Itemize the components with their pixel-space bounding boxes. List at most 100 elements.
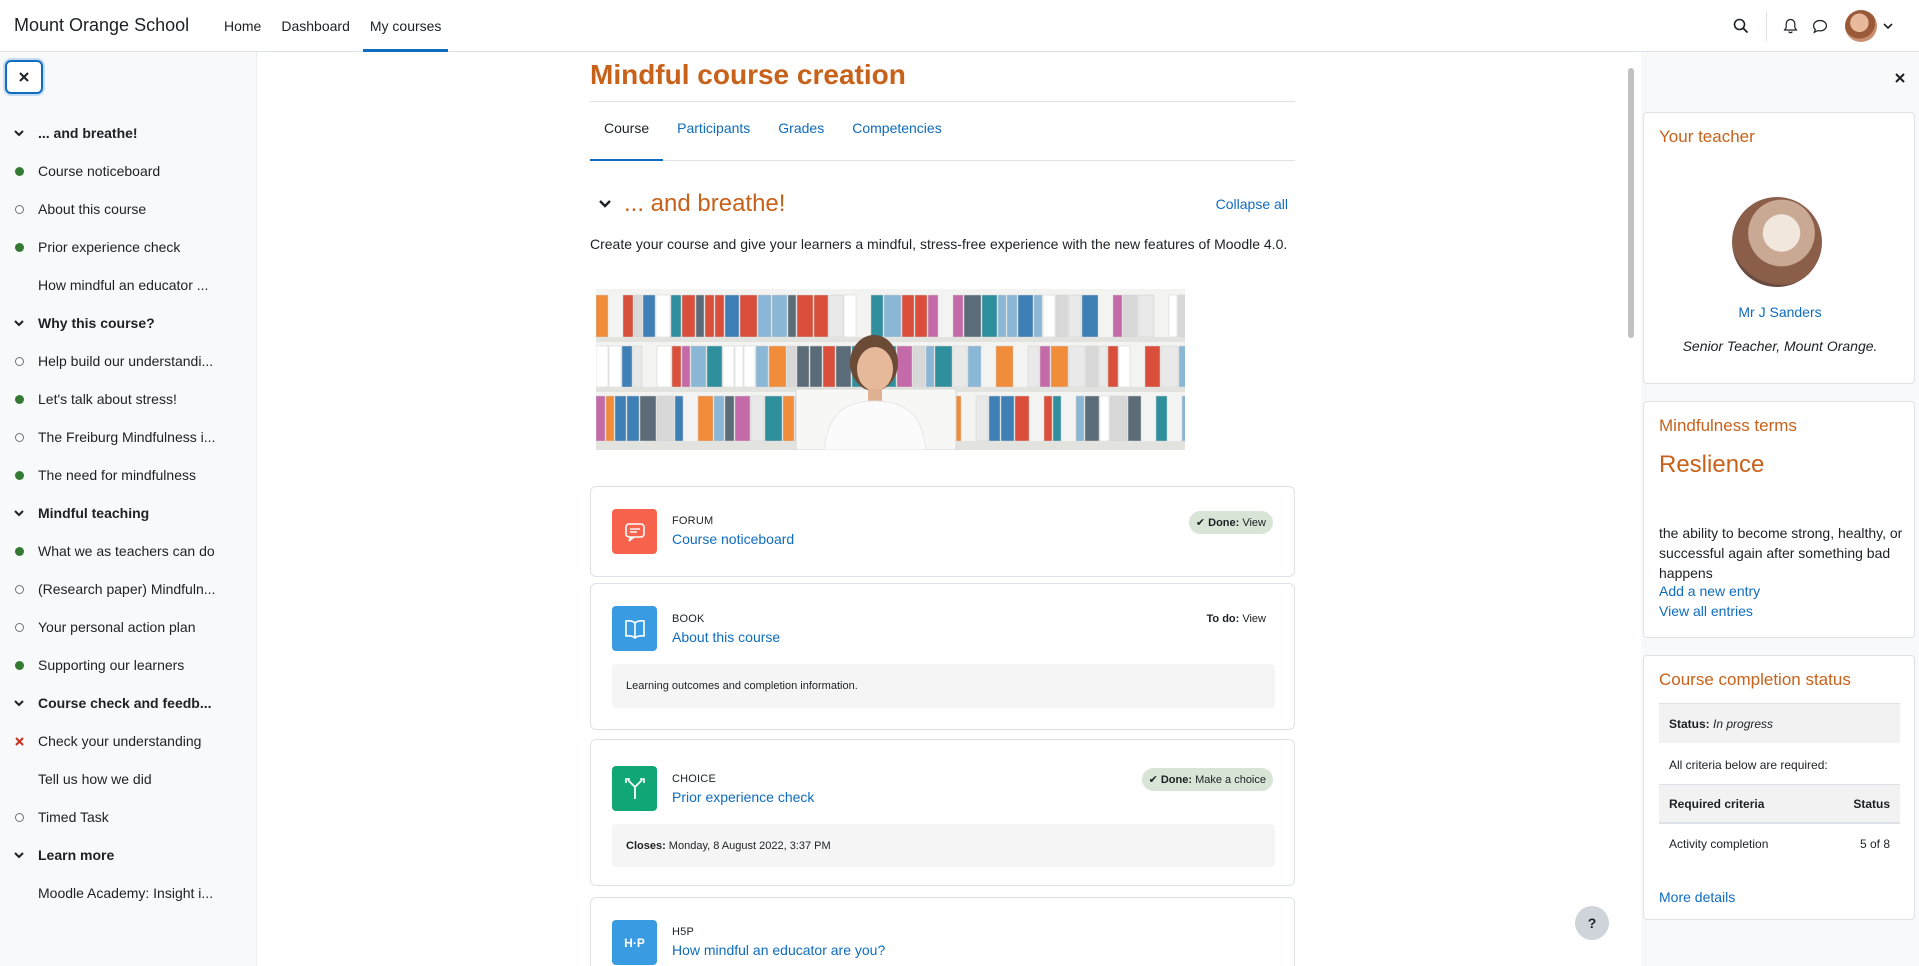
site-name[interactable]: Mount Orange School [14, 15, 217, 36]
course-tabs: Course Participants Grades Competencies [590, 119, 1295, 161]
completion-badge[interactable]: ✔ Done: View [1188, 511, 1273, 534]
course-index: ... and breathe! Course noticeboard About … [0, 114, 257, 912]
course-index-section[interactable]: Why this course? [0, 304, 257, 342]
course-index-item[interactable]: About this course [0, 190, 257, 228]
course-index-label: What we as teachers can do [38, 543, 215, 559]
teacher-photo [1732, 197, 1822, 287]
course-index-section[interactable]: ... and breathe! [0, 114, 257, 152]
section-header: ... and breathe! Collapse all [590, 187, 1295, 221]
completion-todo-icon [0, 622, 38, 632]
avatar[interactable] [1845, 10, 1877, 42]
course-index-item[interactable]: Timed Task [0, 798, 257, 836]
course-index-item[interactable]: What we as teachers can do [0, 532, 257, 570]
course-index-item[interactable]: Let's talk about stress! [0, 380, 257, 418]
course-index-section[interactable]: Course check and feedb... [0, 684, 257, 722]
choice-icon [612, 766, 657, 811]
course-index-drawer: ... and breathe! Course noticeboard About … [0, 52, 257, 966]
add-new-entry-link[interactable]: Add a new entry [1659, 583, 1760, 599]
nav-my-courses[interactable]: My courses [362, 0, 449, 52]
course-index-item[interactable]: Help build our understandi... [0, 342, 257, 380]
course-index-label: Let's talk about stress! [38, 391, 177, 407]
completion-done-icon [0, 394, 38, 404]
tab-grades[interactable]: Grades [764, 119, 838, 161]
chevron-down-icon [0, 509, 38, 517]
activity-name[interactable]: How mindful an educator are you? [672, 942, 885, 958]
page-scrollbar[interactable] [1628, 68, 1634, 338]
nav-dashboard[interactable]: Dashboard [274, 0, 357, 52]
completion-todo-icon [0, 356, 38, 366]
course-index-item[interactable]: Moodle Academy: Insight i... [0, 874, 257, 912]
chevron-down-icon [0, 699, 38, 707]
section-banner-image [596, 289, 1185, 450]
course-index-label: ... and breathe! [38, 125, 138, 141]
course-index-item[interactable]: Course noticeboard [0, 152, 257, 190]
activity-type: CHOICE [672, 773, 716, 785]
completion-badge[interactable]: ✔ Done: Make a choice [1141, 768, 1273, 791]
course-index-label: Prior experience check [38, 239, 181, 255]
activity-dates: Closes: Monday, 8 August 2022, 3:37 PM [612, 824, 1275, 867]
chevron-down-icon[interactable] [598, 199, 612, 209]
tab-course[interactable]: Course [590, 119, 664, 161]
activity-type: FORUM [672, 515, 714, 527]
glossary-definition: the ability to become strong, healthy, o… [1659, 525, 1903, 581]
block-drawer: Your teacher Mr J Sanders Senior Teacher… [1641, 52, 1919, 966]
collapse-all-link[interactable]: Collapse all [1216, 196, 1288, 212]
title-divider [590, 101, 1295, 102]
section-summary: Create your course and give your learner… [590, 236, 1288, 252]
close-course-index-button[interactable] [5, 60, 43, 94]
course-index-item[interactable]: Supporting our learners [0, 646, 257, 684]
more-details-link[interactable]: More details [1659, 889, 1735, 905]
check-icon: ✔ [1148, 774, 1161, 786]
activity-name[interactable]: Prior experience check [672, 789, 814, 805]
tab-participants[interactable]: Participants [663, 119, 764, 161]
table-row: Activity completion 5 of 8 [1669, 837, 1890, 851]
book-icon [612, 606, 657, 651]
block-title: Mindfulness terms [1659, 416, 1797, 435]
forum-icon [612, 509, 657, 554]
course-index-item[interactable]: The Freiburg Mindfulness i... [0, 418, 257, 456]
activity-description: Learning outcomes and completion informa… [612, 664, 1275, 708]
completion-todo-icon [0, 812, 38, 822]
course-index-item[interactable]: Your personal action plan [0, 608, 257, 646]
course-index-item[interactable]: Check your understanding [0, 722, 257, 760]
course-index-item[interactable]: How mindful an educator ... [0, 266, 257, 304]
teacher-role: Senior Teacher, Mount Orange. [1682, 338, 1878, 354]
search-icon[interactable] [1726, 11, 1756, 41]
course-index-item[interactable]: Tell us how we did [0, 760, 257, 798]
section-title[interactable]: ... and breathe! [624, 190, 785, 218]
help-button[interactable]: ? [1575, 906, 1609, 940]
course-index-label: Tell us how we did [38, 771, 152, 787]
activity-name[interactable]: Course noticeboard [672, 531, 794, 547]
teacher-name-link[interactable]: Mr J Sanders [1644, 304, 1916, 320]
tab-competencies[interactable]: Competencies [838, 119, 956, 161]
completion-failed-icon [0, 736, 38, 746]
glossary-term: Reslience [1659, 451, 1765, 478]
bell-icon[interactable] [1775, 11, 1805, 41]
course-index-section[interactable]: Mindful teaching [0, 494, 257, 532]
top-navbar: Mount Orange School Home Dashboard My co… [0, 0, 1919, 52]
nav-home[interactable]: Home [217, 0, 268, 52]
course-index-item[interactable]: Prior experience check [0, 228, 257, 266]
block-mindfulness-terms: Mindfulness terms Reslience the ability … [1643, 401, 1915, 638]
course-index-label: Learn more [38, 847, 115, 863]
course-index-label: About this course [38, 201, 147, 217]
course-index-label: Course check and feedb... [38, 695, 212, 711]
course-index-item[interactable]: The need for mindfulness [0, 456, 257, 494]
course-index-item[interactable]: (Research paper) Mindfuln... [0, 570, 257, 608]
course-index-label: Course noticeboard [38, 163, 161, 179]
activity-name[interactable]: About this course [672, 629, 780, 645]
completion-done-icon [0, 546, 38, 556]
course-index-section[interactable]: Learn more [0, 836, 257, 874]
close-block-drawer-button[interactable] [1895, 70, 1905, 86]
view-all-entries-link[interactable]: View all entries [1659, 603, 1753, 619]
course-index-label: Help build our understandi... [38, 353, 214, 369]
criteria-note: All criteria below are required: [1669, 758, 1828, 772]
user-menu[interactable] [1845, 10, 1893, 42]
chat-icon[interactable] [1805, 11, 1835, 41]
close-icon [19, 72, 29, 82]
completion-badge[interactable]: To do: View [1199, 608, 1273, 630]
completion-todo-icon [0, 204, 38, 214]
activity-card-choice: CHOICE Prior experience check ✔ Done: Ma… [590, 739, 1295, 886]
close-icon [1895, 73, 1905, 83]
activity-card-h5p: H·P H5P How mindful an educator are you? [590, 897, 1295, 966]
